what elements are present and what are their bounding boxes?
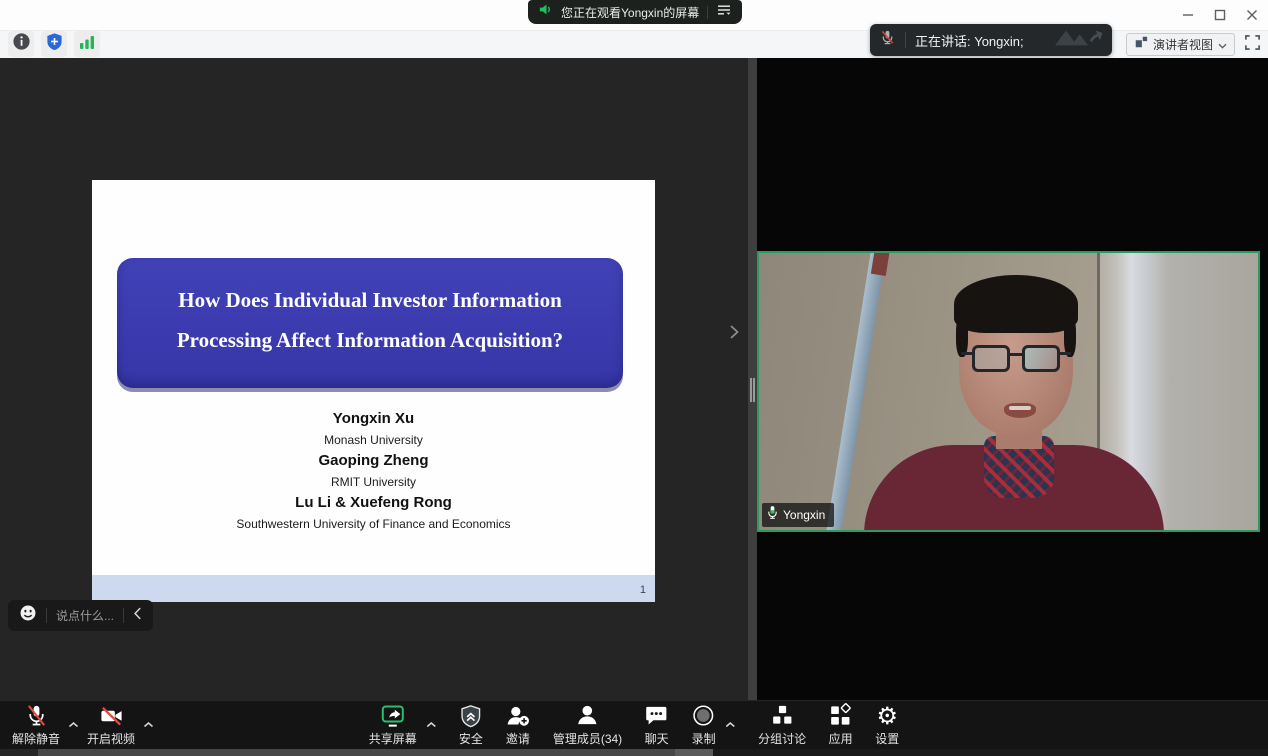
settings-button[interactable]: ⚙ 设置 — [875, 702, 899, 747]
unmute-label: 解除静音 — [12, 730, 60, 747]
faded-reaction-arrows-icon — [1051, 27, 1103, 54]
author-name: Gaoping Zheng — [92, 450, 655, 472]
share-screen-icon — [380, 702, 406, 729]
share-options-caret[interactable] — [426, 721, 437, 728]
participants-icon — [575, 702, 600, 729]
mic-level-icon — [767, 505, 778, 525]
author-affiliation: Monash University — [92, 430, 655, 450]
muted-camera-icon — [99, 702, 124, 729]
fullscreen-button[interactable] — [1242, 35, 1262, 55]
participant-video-tile[interactable]: Yongxin — [757, 251, 1260, 532]
info-icon — [12, 32, 31, 56]
signal-bars-icon — [78, 33, 96, 56]
fullscreen-icon — [1244, 34, 1261, 56]
muted-mic-icon — [24, 702, 49, 729]
maximize-button[interactable] — [1208, 3, 1232, 27]
video-options-caret[interactable] — [143, 721, 154, 728]
emoji-smiley-icon[interactable] — [19, 604, 37, 627]
active-speaker-pill: 正在讲话: Yongxin; — [870, 24, 1112, 56]
active-speaker-label: 正在讲话: Yongxin; — [915, 31, 1042, 50]
speaker-view-label: 演讲者视图 — [1153, 36, 1213, 53]
slide-footer-bar: 1 — [92, 575, 655, 602]
security-button[interactable]: 安全 — [459, 702, 483, 747]
chat-label: 聊天 — [645, 730, 669, 747]
slide-title-line1: How Does Individual Investor Information — [117, 280, 623, 320]
slide-page-number: 1 — [640, 584, 646, 596]
author-affiliation: Southwestern University of Finance and E… — [92, 514, 655, 534]
slide-authors: Yongxin Xu Monash University Gaoping Zhe… — [92, 408, 655, 534]
meeting-info-button[interactable] — [8, 31, 34, 57]
participant-name: Yongxin — [783, 508, 825, 522]
quick-chat-bar[interactable]: 说点什么... — [8, 600, 153, 631]
author-name: Lu Li & Xuefeng Rong — [92, 492, 655, 514]
connection-quality-button[interactable] — [74, 31, 100, 57]
watching-screen-pill: 您正在观看Yongxin的屏幕 — [528, 0, 742, 24]
chat-input-placeholder[interactable]: 说点什么... — [56, 607, 114, 624]
author-name: Yongxin Xu — [92, 408, 655, 430]
record-label: 录制 — [692, 730, 716, 747]
slide-title-line2: Processing Affect Information Acquisitio… — [117, 320, 623, 360]
meeting-toolbar: 解除静音 开启视频 共享屏幕 — [0, 700, 1268, 749]
pill-divider — [707, 6, 708, 19]
invite-button[interactable]: 邀请 — [505, 702, 531, 747]
chevron-left-icon[interactable] — [133, 607, 142, 625]
invite-person-icon — [505, 702, 531, 729]
manage-participants-label: 管理成员(34) — [553, 730, 622, 747]
settings-label: 设置 — [875, 730, 899, 747]
chat-bar-divider — [123, 608, 124, 623]
start-video-label: 开启视频 — [87, 730, 135, 747]
record-circle-icon — [691, 702, 716, 729]
breakout-rooms-label: 分组讨论 — [758, 730, 806, 747]
gear-icon: ⚙ — [876, 703, 898, 729]
watching-screen-label: 您正在观看Yongxin的屏幕 — [561, 4, 699, 21]
taskbar-edge — [0, 749, 1268, 756]
security-shield-icon — [459, 702, 483, 729]
pane-resize-handle[interactable] — [748, 58, 757, 700]
chat-button[interactable]: 聊天 — [644, 702, 669, 747]
video-background — [759, 253, 1258, 530]
pill-divider — [905, 32, 906, 48]
apps-label: 应用 — [829, 730, 853, 747]
speaker-sound-icon — [538, 2, 553, 22]
share-screen-button[interactable]: 共享屏幕 — [369, 702, 417, 747]
minimize-button[interactable] — [1176, 3, 1200, 27]
chevron-down-icon — [1218, 36, 1227, 54]
apps-squares-icon — [828, 702, 853, 729]
muted-mic-icon — [879, 29, 896, 51]
apps-button[interactable]: 应用 — [828, 702, 853, 747]
slide-title-box: How Does Individual Investor Information… — [117, 258, 623, 388]
record-button[interactable]: 录制 — [691, 702, 716, 747]
participant-name-tag: Yongxin — [762, 503, 834, 527]
collapse-pane-chevron[interactable] — [729, 324, 740, 345]
speaker-view-button[interactable]: 演讲者视图 — [1126, 33, 1235, 56]
glasses — [971, 345, 1063, 375]
video-pane: Yongxin — [757, 58, 1268, 700]
meeting-window: 您正在观看Yongxin的屏幕 正在讲话: Yongxin; 演讲者视图 — [0, 0, 1268, 756]
unmute-button[interactable]: 解除静音 — [12, 702, 60, 747]
share-screen-label: 共享屏幕 — [369, 730, 417, 747]
security-label: 安全 — [459, 730, 483, 747]
breakout-rooms-button[interactable]: 分组讨论 — [758, 702, 806, 747]
author-affiliation: RMIT University — [92, 472, 655, 492]
chat-bar-divider — [46, 608, 47, 623]
chat-bubble-icon — [644, 702, 669, 729]
presentation-slide: How Does Individual Investor Information… — [92, 180, 655, 602]
invite-label: 邀请 — [506, 730, 530, 747]
mic-options-caret[interactable] — [68, 721, 79, 728]
screen-options-menu-icon[interactable] — [716, 3, 732, 22]
record-options-caret[interactable] — [725, 721, 736, 728]
start-video-button[interactable]: 开启视频 — [87, 702, 135, 747]
encryption-button[interactable] — [41, 31, 67, 57]
manage-participants-button[interactable]: 管理成员(34) — [553, 702, 622, 747]
breakout-squares-icon — [770, 702, 795, 729]
shared-screen-pane: How Does Individual Investor Information… — [0, 58, 748, 700]
shield-plus-icon — [45, 32, 64, 56]
close-button[interactable] — [1240, 3, 1264, 27]
speaker-view-layout-icon — [1134, 35, 1148, 54]
